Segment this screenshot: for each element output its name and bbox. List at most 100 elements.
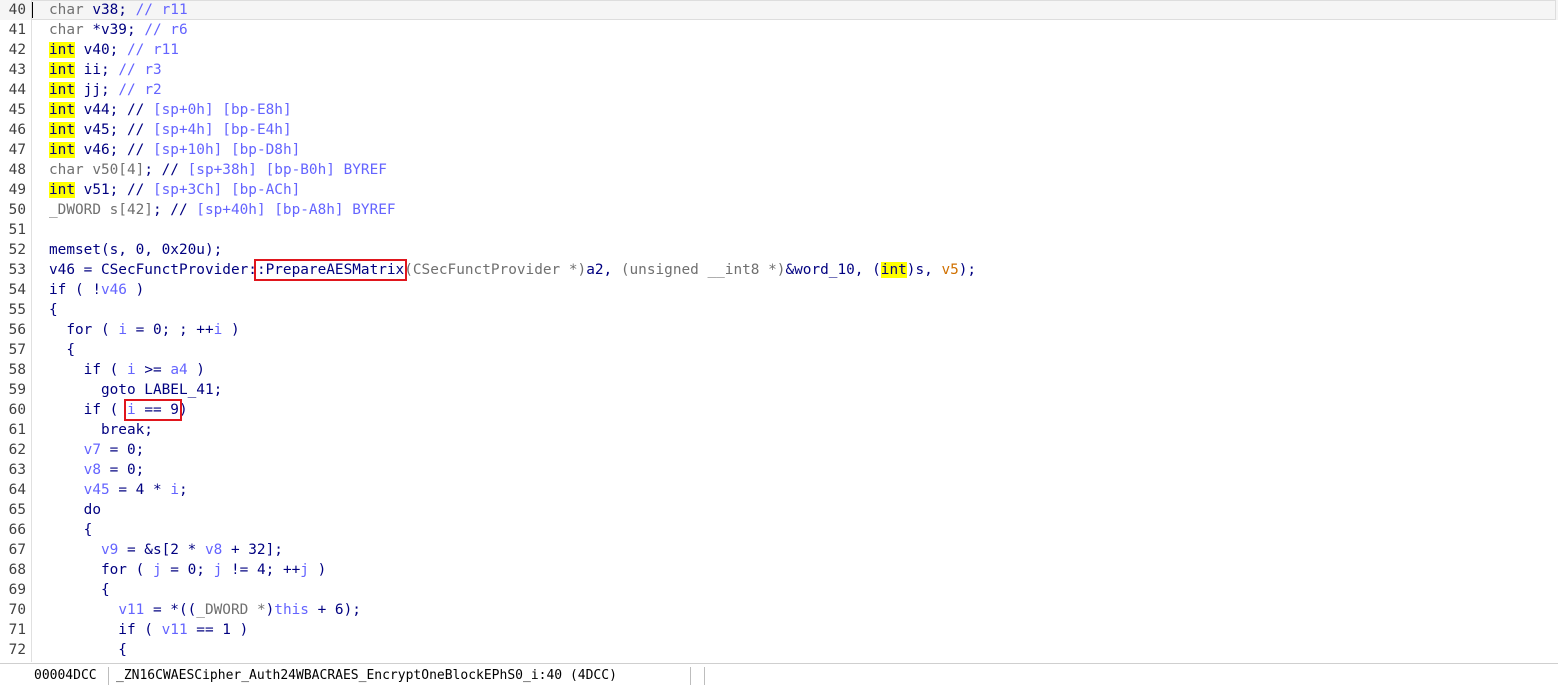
code-token[interactable]: = *((: [144, 602, 196, 618]
code-line[interactable]: 44 int jj; // r2: [0, 80, 1558, 100]
code-token[interactable]: &word_10, (: [785, 262, 880, 278]
code-comment[interactable]: [sp+10h] [bp-D8h]: [153, 142, 300, 158]
code-text[interactable]: v45 = 4 * i;: [49, 480, 188, 500]
code-text[interactable]: int jj; // r2: [49, 80, 162, 100]
highlighted-keyword[interactable]: int: [49, 62, 75, 78]
pseudocode-view[interactable]: 40 char v38; // r11 41 char *v39; // r6 42 in…: [0, 0, 1558, 662]
code-token[interactable]: (unsigned __int8 *): [621, 262, 786, 278]
code-token[interactable]: for (: [49, 322, 118, 338]
code-text[interactable]: {: [49, 640, 127, 660]
code-token[interactable]: == 9: [136, 402, 179, 418]
code-token[interactable]: i: [170, 482, 179, 498]
code-token[interactable]: jj;: [75, 82, 118, 98]
code-text[interactable]: {: [49, 300, 58, 320]
code-token[interactable]: j: [214, 562, 223, 578]
code-token[interactable]: a4: [170, 362, 187, 378]
code-text[interactable]: {: [49, 340, 75, 360]
code-text[interactable]: v8 = 0;: [49, 460, 145, 480]
code-token[interactable]: v46 = CSecFunctProvider:: [49, 262, 257, 278]
code-token[interactable]: char: [49, 22, 84, 38]
code-text[interactable]: char v38; // r11: [49, 0, 188, 20]
code-token[interactable]: a2,: [586, 262, 621, 278]
code-token[interactable]: v38;: [84, 2, 136, 18]
code-text[interactable]: goto LABEL_41;: [49, 380, 222, 400]
annotated-condition[interactable]: i == 9: [123, 399, 182, 421]
code-line[interactable]: 71 if ( v11 == 1 ): [0, 620, 1558, 640]
code-token[interactable]: if (: [49, 622, 162, 638]
code-token[interactable]: if (: [49, 362, 127, 378]
code-text[interactable]: {: [49, 580, 110, 600]
code-token[interactable]: ): [188, 362, 205, 378]
code-token[interactable]: break;: [49, 422, 153, 438]
code-token[interactable]: {: [49, 642, 127, 658]
code-line[interactable]: 65 do: [0, 500, 1558, 520]
code-comment[interactable]: // r3: [118, 62, 161, 78]
code-line[interactable]: 64 v45 = 4 * i;: [0, 480, 1558, 500]
code-token[interactable]: _DWORD s[42]: [49, 202, 153, 218]
code-token[interactable]: i: [127, 402, 136, 418]
code-token[interactable]: memset(s, 0, 0x20u);: [49, 242, 222, 258]
code-line[interactable]: 69 {: [0, 580, 1558, 600]
code-token[interactable]: j: [153, 562, 162, 578]
code-token[interactable]: ; //: [153, 202, 196, 218]
code-text[interactable]: v7 = 0;: [49, 440, 145, 460]
code-line[interactable]: 47 int v46; // [sp+10h] [bp-D8h]: [0, 140, 1558, 160]
code-text[interactable]: if ( i >= a4 ): [49, 360, 205, 380]
code-text[interactable]: int v44; // [sp+0h] [bp-E8h]: [49, 100, 292, 120]
code-token[interactable]: i: [214, 322, 223, 338]
code-comment[interactable]: [sp+4h] [bp-E4h]: [153, 122, 292, 138]
code-token[interactable]: (CSecFunctProvider *): [404, 262, 586, 278]
code-token[interactable]: ii;: [75, 62, 118, 78]
code-text[interactable]: if ( i == 9): [49, 399, 188, 421]
code-token[interactable]: v44; //: [75, 102, 153, 118]
code-text[interactable]: int v45; // [sp+4h] [bp-E4h]: [49, 120, 292, 140]
code-comment[interactable]: [sp+0h] [bp-E8h]: [153, 102, 292, 118]
code-token[interactable]: ;: [179, 482, 188, 498]
code-comment[interactable]: // r2: [118, 82, 161, 98]
code-text[interactable]: int ii; // r3: [49, 60, 162, 80]
code-token[interactable]: + 6);: [309, 602, 361, 618]
code-comment[interactable]: [sp+40h] [bp-A8h] BYREF: [196, 202, 395, 218]
code-line[interactable]: 46 int v45; // [sp+4h] [bp-E4h]: [0, 120, 1558, 140]
code-token[interactable]: v46; //: [75, 142, 153, 158]
code-line[interactable]: 41 char *v39; // r6: [0, 20, 1558, 40]
code-line[interactable]: 45 int v44; // [sp+0h] [bp-E8h]: [0, 100, 1558, 120]
code-token[interactable]: _DWORD *: [196, 602, 265, 618]
code-token[interactable]: ): [266, 602, 275, 618]
code-token[interactable]: = 0;: [101, 442, 145, 458]
code-token[interactable]: v45; //: [75, 122, 153, 138]
code-token[interactable]: v51; //: [75, 182, 153, 198]
code-line[interactable]: 59 goto LABEL_41;: [0, 380, 1558, 400]
code-line[interactable]: 54 if ( !v46 ): [0, 280, 1558, 300]
code-token[interactable]: [49, 462, 84, 478]
code-text[interactable]: v46 = CSecFunctProvider::PrepareAESMatri…: [49, 259, 976, 281]
code-token[interactable]: if (: [49, 402, 127, 418]
code-line[interactable]: 67 v9 = &s[2 * v8 + 32];: [0, 540, 1558, 560]
code-token[interactable]: if ( !: [49, 282, 101, 298]
code-token[interactable]: [49, 602, 118, 618]
code-token[interactable]: v8: [84, 462, 101, 478]
code-token[interactable]: ): [222, 322, 240, 338]
code-token[interactable]: );: [959, 262, 976, 278]
code-line[interactable]: 58 if ( i >= a4 ): [0, 360, 1558, 380]
code-line[interactable]: 66 {: [0, 520, 1558, 540]
code-token[interactable]: = 0;: [101, 462, 145, 478]
code-token[interactable]: v11: [162, 622, 188, 638]
code-line[interactable]: 61 break;: [0, 420, 1558, 440]
code-token[interactable]: = &s[2 *: [118, 542, 205, 558]
code-token[interactable]: [49, 442, 84, 458]
code-token[interactable]: char: [49, 2, 84, 18]
code-token[interactable]: = 0; ; ++: [127, 322, 214, 338]
code-token[interactable]: = 4 *: [110, 482, 171, 498]
code-token[interactable]: char v50[4]: [49, 162, 144, 178]
code-line[interactable]: 70 v11 = *((_DWORD *)this + 6);: [0, 600, 1558, 620]
code-token[interactable]: ): [179, 402, 188, 418]
code-token[interactable]: i: [127, 362, 136, 378]
code-text[interactable]: int v40; // r11: [49, 40, 179, 60]
code-token[interactable]: != 4; ++: [222, 562, 300, 578]
code-token[interactable]: v45: [84, 482, 110, 498]
code-token[interactable]: ; //: [144, 162, 187, 178]
code-line[interactable]: 63 v8 = 0;: [0, 460, 1558, 480]
highlighted-keyword[interactable]: int: [49, 102, 75, 118]
highlighted-keyword[interactable]: int: [880, 262, 907, 278]
